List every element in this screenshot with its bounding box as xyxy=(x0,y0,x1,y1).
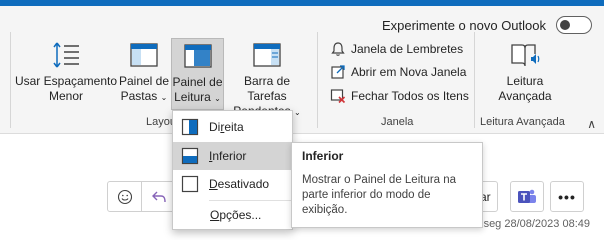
painel-leitura-line2: Leitura ⌄ xyxy=(174,90,221,104)
menu-item-inferior[interactable]: Inferior xyxy=(173,142,292,170)
message-timestamp: seg 28/08/2023 08:49 xyxy=(483,218,590,230)
more-options-button[interactable]: ••• xyxy=(550,181,584,212)
emoji-icon xyxy=(117,189,132,204)
leitura-avancada-line2: Avançada xyxy=(498,89,552,103)
fechar-todos-os-itens-button[interactable]: Fechar Todos os Itens xyxy=(330,88,469,104)
janela-group-label: Janela xyxy=(381,116,414,128)
tooltip-body: Mostrar o Painel de Leitura na parte inf… xyxy=(302,174,457,216)
usar-espacamento-line2: Menor xyxy=(48,89,83,103)
menu-item-desativado[interactable]: Desativado xyxy=(173,170,292,198)
spacing-icon xyxy=(53,42,79,68)
try-new-outlook[interactable]: Experimente o novo Outlook xyxy=(382,16,592,34)
usar-espacamento-line1: Usar Espaçamento xyxy=(14,74,118,88)
abrir-em-nova-janela-button[interactable]: Abrir em Nova Janela xyxy=(330,64,466,80)
menu-item-direita[interactable]: Direita xyxy=(173,113,292,141)
menu-label-opcoes: Opções... xyxy=(210,208,262,222)
painel-leitura-line1: Painel de xyxy=(172,75,223,89)
tooltip-title: Inferior xyxy=(302,149,344,163)
reply-button[interactable] xyxy=(142,182,176,211)
painel-pastas-line1: Painel de xyxy=(118,74,170,88)
chevron-down-icon: ⌄ xyxy=(214,94,221,103)
to-do-bar-icon xyxy=(253,43,281,67)
try-new-outlook-label: Experimente o novo Outlook xyxy=(381,17,546,33)
folder-pane-icon xyxy=(130,43,158,67)
leitura-avancada-button[interactable]: Leitura Avançada xyxy=(490,40,560,110)
pane-bottom-icon xyxy=(181,147,199,165)
painel-pastas-line2: Pastas ⌄ xyxy=(120,89,168,103)
ribbon-separator xyxy=(317,32,318,128)
ribbon-separator xyxy=(10,32,11,128)
pane-off-icon xyxy=(181,175,199,193)
usar-espacamento-menor-button[interactable]: Usar Espaçamento Menor xyxy=(14,40,118,110)
collapse-ribbon-icon[interactable]: ∧ xyxy=(587,117,596,131)
leitura-avancada-group-label: Leitura Avançada xyxy=(480,116,565,128)
more-icon: ••• xyxy=(558,188,576,205)
janela-de-lembretes-button[interactable]: Janela de Lembretes xyxy=(330,41,463,57)
teams-button[interactable] xyxy=(510,181,544,212)
janela-lembretes-label: Janela de Lembretes xyxy=(351,42,464,56)
emoji-button[interactable] xyxy=(108,182,143,211)
try-new-outlook-toggle[interactable] xyxy=(556,16,592,34)
message-actions-group xyxy=(107,181,177,212)
teams-icon xyxy=(518,189,536,203)
menu-item-opcoes[interactable]: Opções... xyxy=(173,201,292,229)
close-all-icon xyxy=(330,89,346,104)
immersive-reader-icon xyxy=(511,44,540,67)
leitura-avancada-line1: Leitura xyxy=(506,74,544,88)
open-new-window-icon xyxy=(331,65,345,79)
ribbon-separator xyxy=(474,32,475,128)
menu-label-direita: Direita xyxy=(209,120,244,134)
barra-de-tarefas-pendentes-button[interactable]: Barra de Tarefas Pendentes ⌄ xyxy=(225,40,309,118)
painel-de-pastas-button[interactable]: Painel de Pastas ⌄ xyxy=(118,40,170,110)
bell-icon xyxy=(331,42,345,56)
menu-label-inferior: Inferior xyxy=(209,149,247,163)
barra-tarefas-line1: Barra de Tarefas xyxy=(243,74,291,103)
reading-pane-icon xyxy=(183,44,212,68)
reading-pane-dropdown: Direita Inferior Desativado Opções... xyxy=(172,110,293,230)
reply-icon xyxy=(152,191,166,202)
menu-label-desativado: Desativado xyxy=(209,177,270,191)
abrir-nova-janela-label: Abrir em Nova Janela xyxy=(351,65,467,79)
chevron-down-icon: ⌄ xyxy=(160,93,168,102)
painel-de-leitura-button[interactable]: Painel de Leitura ⌄ xyxy=(171,38,224,110)
pane-right-icon xyxy=(181,118,199,136)
fechar-todos-label: Fechar Todos os Itens xyxy=(351,89,469,103)
tooltip-inferior: Inferior Mostrar o Painel de Leitura na … xyxy=(291,142,483,228)
chevron-down-icon: ⌄ xyxy=(294,108,301,117)
